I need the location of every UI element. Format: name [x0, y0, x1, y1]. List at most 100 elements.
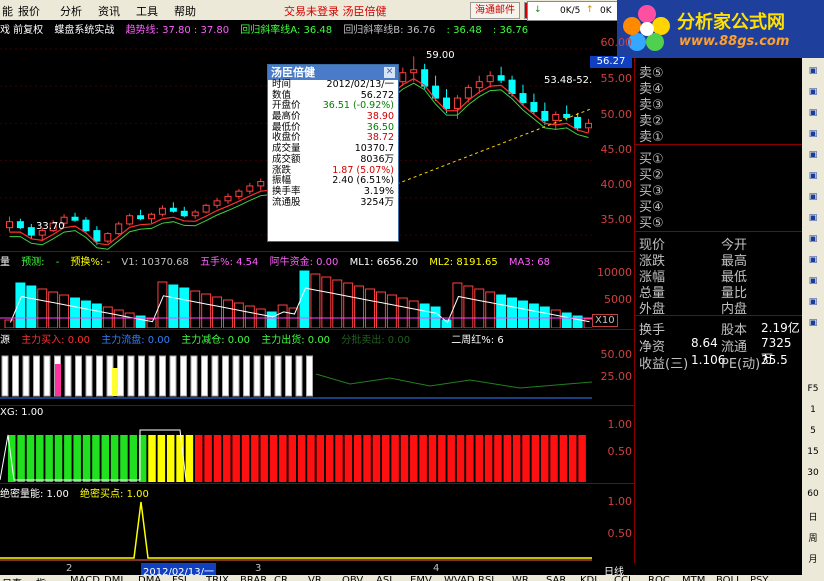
indicator-tab[interactable]: ROC	[648, 575, 670, 581]
brand-url: www.88gs.com	[679, 34, 790, 49]
period-button[interactable]: 月	[805, 552, 821, 566]
fund-flow-chart[interactable]	[0, 344, 592, 404]
xg-bar	[307, 435, 315, 482]
indicator-tab[interactable]: BOLL	[716, 575, 742, 581]
indicator-tab[interactable]: BRAR	[240, 575, 267, 581]
bar-icon[interactable]: ▣	[805, 87, 821, 101]
dollar-icon[interactable]: ▣	[805, 192, 821, 206]
ticker-speed: 0K/5	[560, 6, 581, 16]
indicator-tab[interactable]: EMV	[410, 575, 432, 581]
xg-bar	[531, 435, 540, 482]
volume-bar	[80, 300, 91, 328]
move-icon[interactable]: ▣	[805, 276, 821, 290]
xg-bar	[54, 435, 63, 482]
menu-item-help[interactable]: 帮助	[174, 3, 196, 19]
rsi-icon[interactable]: ▣	[805, 255, 821, 269]
xg-bar	[157, 435, 166, 482]
indicator-tab[interactable]: 日直	[2, 575, 22, 581]
indicator-tab[interactable]: WR	[512, 575, 529, 581]
volume-bar	[397, 297, 408, 328]
volume-chart[interactable]	[0, 266, 592, 328]
indicator-tab[interactable]: TRIX	[206, 575, 229, 581]
xg-bar	[26, 435, 35, 482]
arrow-up-icon: ↑	[586, 5, 594, 15]
wave-icon[interactable]: ▣	[805, 234, 821, 248]
zoom-icon[interactable]: ▣	[805, 297, 821, 311]
xg-bar	[466, 435, 474, 482]
volume-bar	[365, 288, 375, 328]
side-toolbar: ▣ ▣ ▣ ▣ ▣ ▣ ▣ ▣ ▣ ▣ ▣ ▣ ▣ F5 1 5 15 30 60 日周月	[802, 58, 824, 581]
candle-body	[169, 207, 177, 212]
xg-bar	[213, 435, 222, 482]
period-button[interactable]: 60	[805, 489, 821, 503]
indicator-tab[interactable]: DMI	[104, 575, 123, 581]
period-button[interactable]: F5	[805, 384, 821, 398]
secret-buy-spike	[0, 501, 592, 559]
fund-bar	[12, 355, 19, 397]
candle-body	[410, 69, 418, 74]
indicator-tab[interactable]: OBV	[342, 575, 363, 581]
indicator-tab[interactable]: RSI	[478, 575, 494, 581]
volume-bar	[37, 288, 48, 328]
candle-body	[486, 75, 494, 83]
quote-info-popup[interactable]: 汤臣倍健 ✕ 时间 2012/02/13/一 数值 56.272 开盘价 36.51 (-…	[267, 64, 399, 242]
period-button[interactable]: 周	[805, 531, 821, 545]
indicator-tab[interactable]: VR	[308, 575, 322, 581]
xg-bar	[129, 435, 138, 482]
candle-body	[126, 215, 134, 225]
indicator-tab[interactable]: SAR	[546, 575, 566, 581]
volume-bar	[419, 303, 430, 328]
indicator-tab[interactable]: WVAD	[444, 575, 475, 581]
price-axis-tick: 45.00	[600, 143, 633, 156]
mail-button[interactable]: 海通邮件	[470, 2, 520, 19]
xg-bar	[297, 435, 306, 482]
pen-icon[interactable]: ▣	[805, 318, 821, 332]
f10-icon[interactable]: ▣	[805, 150, 821, 164]
period-button[interactable]: 15	[805, 447, 821, 461]
popup-row: 换手率 3.19%	[268, 186, 398, 198]
menu-item-tools[interactable]: 工具	[136, 3, 158, 19]
time-tick: 4	[433, 563, 440, 574]
fund-bar	[64, 355, 72, 397]
indicator-tab[interactable]: CR	[274, 575, 288, 581]
candle-body	[246, 185, 254, 192]
xg-bar	[195, 435, 203, 482]
indicator-tab[interactable]: CCI	[614, 575, 631, 581]
indicator-tab[interactable]: FSL	[172, 575, 190, 581]
indicator-tab[interactable]: DMA	[138, 575, 161, 581]
close-icon[interactable]: ✕	[384, 67, 395, 78]
candle-body	[235, 190, 243, 197]
xg-bar	[335, 435, 343, 482]
sell-level-label: 卖①	[639, 130, 664, 145]
menu-item-quotes[interactable]: 报价	[18, 3, 40, 19]
fund-bar	[306, 355, 313, 397]
secret-signal-chart[interactable]	[0, 498, 592, 562]
grid-icon[interactable]: ▣	[805, 108, 821, 122]
high-price-label: 59.00	[426, 50, 455, 61]
popup-row-value: 8036万	[360, 153, 394, 165]
period-button[interactable]: 30	[805, 468, 821, 482]
xg-bar	[428, 435, 437, 482]
popup-row-value: 3254万	[360, 196, 394, 208]
period-button[interactable]: 5	[805, 426, 821, 440]
chart-icon[interactable]: ▣	[805, 66, 821, 80]
indicator-tab[interactable]: MACD	[70, 575, 100, 581]
menu-item-news[interactable]: 资讯	[98, 3, 120, 19]
fin-icon[interactable]: ▣	[805, 129, 821, 143]
indicator-tab[interactable]: PSY	[750, 575, 769, 581]
indicator-tab[interactable]: 指	[36, 575, 46, 581]
menu-item-analysis[interactable]: 分析	[60, 3, 82, 19]
brand-name: 分析家公式网	[677, 12, 785, 33]
xg-signal-chart[interactable]	[0, 420, 592, 482]
period-button[interactable]: 日	[805, 510, 821, 524]
f9-icon[interactable]: ▣	[805, 171, 821, 185]
menu-item-features[interactable]: 能	[2, 3, 13, 19]
info-icon[interactable]: ▣	[805, 213, 821, 227]
period-button[interactable]: 1	[805, 405, 821, 419]
xg-bar	[204, 435, 212, 482]
indicator-tab[interactable]: MTM	[682, 575, 705, 581]
volume-scale-tag: X10	[592, 314, 618, 327]
indicator-tab[interactable]: KDJ	[580, 575, 597, 581]
indicator-tab[interactable]: ASI	[376, 575, 392, 581]
candle-body	[453, 97, 461, 109]
